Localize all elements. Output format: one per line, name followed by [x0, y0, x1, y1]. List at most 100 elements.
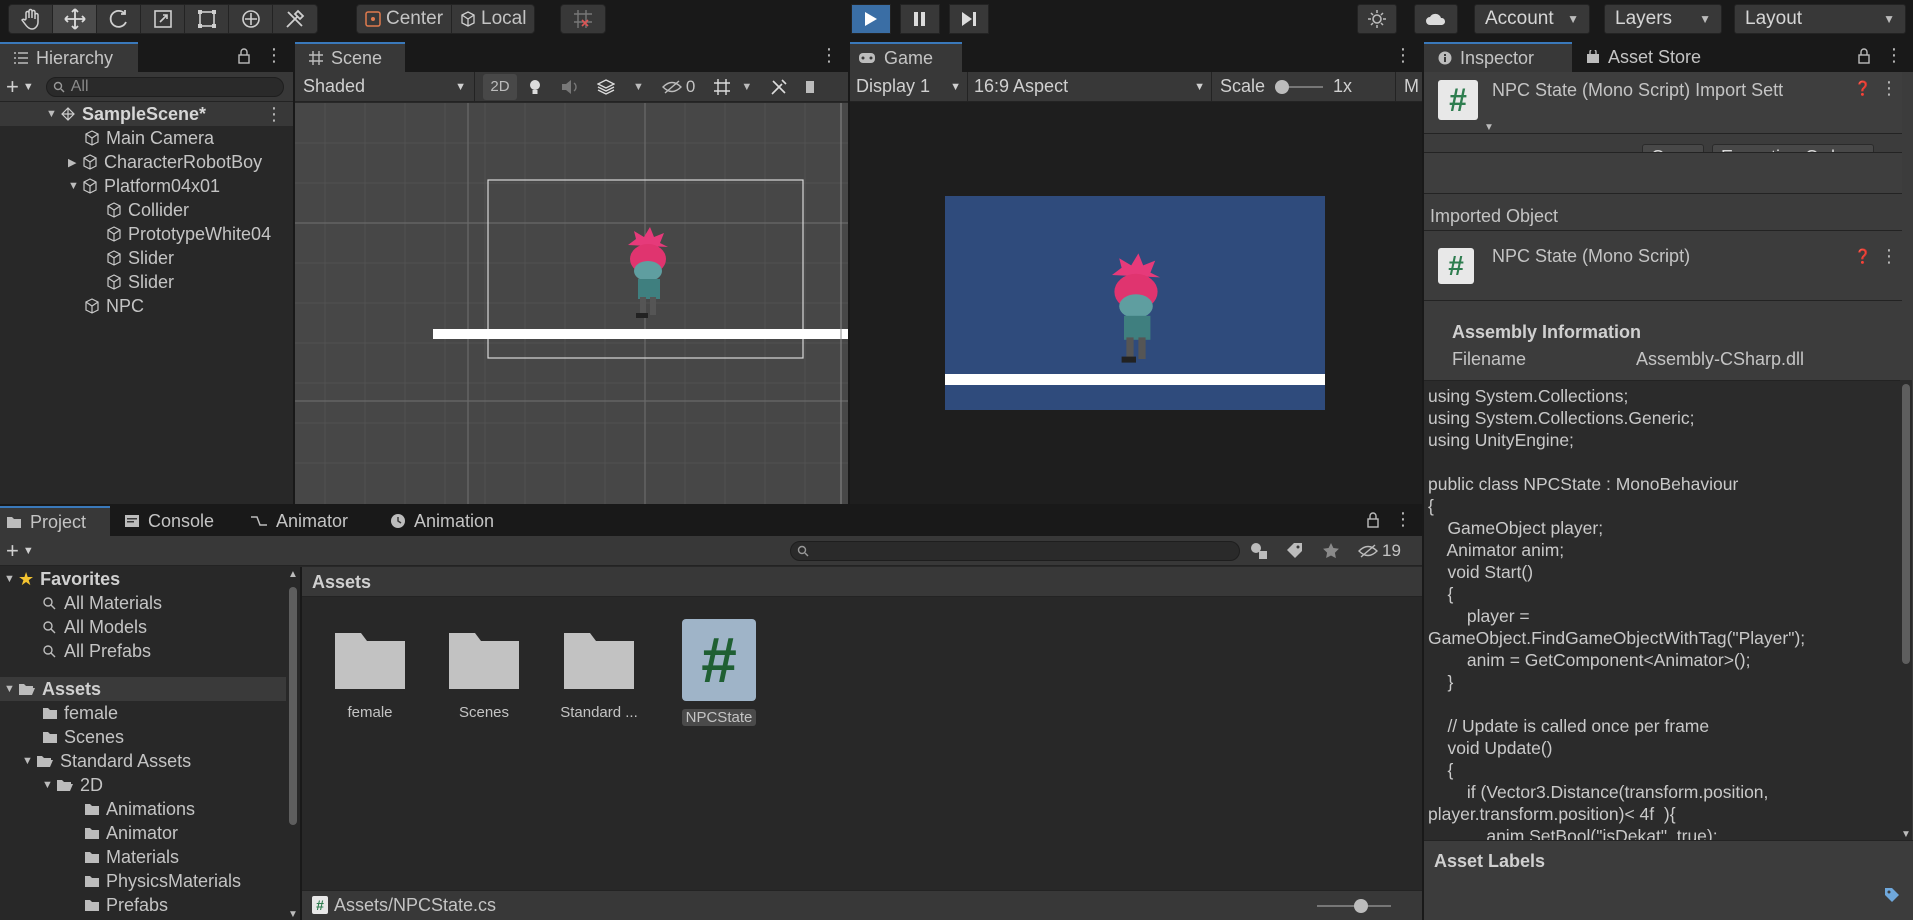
- expand-triangle-icon[interactable]: ▼: [42, 779, 56, 791]
- tab-inspector[interactable]: Inspector: [1424, 42, 1572, 72]
- favorites-row[interactable]: ▼ ★ Favorites: [0, 567, 286, 591]
- custom-tool-icon[interactable]: [273, 5, 317, 33]
- inspector-scrollbar[interactable]: ▼: [1900, 380, 1912, 840]
- tag-icon[interactable]: [1884, 887, 1900, 903]
- search-by-type-icon[interactable]: [1250, 542, 1268, 560]
- lock-icon[interactable]: [1857, 47, 1871, 64]
- audio-icon[interactable]: [561, 79, 579, 95]
- help-icon[interactable]: ❓: [1854, 80, 1871, 97]
- more-menu-icon[interactable]: ⋮: [810, 45, 848, 72]
- label-filter-icon[interactable]: [1286, 542, 1304, 560]
- rotate-tool-icon[interactable]: [97, 5, 141, 33]
- tab-game[interactable]: Game: [850, 42, 962, 72]
- tab-hierarchy[interactable]: Hierarchy: [0, 42, 138, 72]
- hierarchy-search-input[interactable]: All: [45, 76, 284, 97]
- create-dropdown[interactable]: + ▼: [0, 538, 34, 564]
- breadcrumb[interactable]: Assets: [312, 572, 371, 593]
- grid-snap-button[interactable]: [560, 4, 606, 34]
- hidden-packages-toggle[interactable]: 19: [1358, 541, 1401, 561]
- create-dropdown[interactable]: + ▼: [0, 74, 34, 100]
- hierarchy-item[interactable]: Slider: [0, 246, 293, 270]
- favorite-item[interactable]: All Prefabs: [0, 639, 286, 663]
- cloud-button[interactable]: [1414, 4, 1458, 34]
- transform-tool-icon[interactable]: [229, 5, 273, 33]
- effects-layers-icon[interactable]: [597, 78, 615, 95]
- more-menu-icon[interactable]: ⋮: [1384, 45, 1422, 72]
- project-tree-scrollbar[interactable]: ▲ ▼: [286, 567, 300, 920]
- project-folder[interactable]: Materials: [0, 845, 286, 869]
- shading-dropdown[interactable]: Shaded ▼: [295, 71, 475, 102]
- favorite-item[interactable]: All Materials: [0, 591, 286, 615]
- hierarchy-item[interactable]: PrototypeWhite04: [0, 222, 293, 246]
- scene-row[interactable]: ▼ SampleScene* ⋮: [0, 102, 293, 126]
- more-menu-icon[interactable]: ⋮: [1394, 509, 1412, 530]
- project-folder[interactable]: ▼ Standard Assets: [0, 749, 286, 773]
- hierarchy-item[interactable]: ▶ CharacterRobotBoy: [0, 150, 293, 174]
- caret-down-icon[interactable]: ▼: [1484, 122, 1494, 133]
- project-folder[interactable]: Scenes: [0, 725, 286, 749]
- scale-slider-thumb[interactable]: [1275, 79, 1290, 94]
- tab-animation[interactable]: Animation: [376, 506, 526, 536]
- assets-row[interactable]: ▼ Assets: [0, 677, 286, 701]
- tab-scene[interactable]: Scene: [295, 42, 405, 72]
- more-menu-icon[interactable]: ⋮: [1885, 45, 1903, 66]
- tab-console[interactable]: Console: [110, 506, 236, 536]
- project-folder[interactable]: female: [0, 701, 286, 725]
- collapsed-triangle-icon[interactable]: ▶: [68, 156, 82, 169]
- more-menu-icon[interactable]: ⋮: [265, 104, 283, 125]
- asset-item[interactable]: female: [330, 627, 410, 721]
- help-icon[interactable]: ❓: [1854, 248, 1871, 265]
- move-tool-icon[interactable]: [53, 5, 97, 33]
- project-search-input[interactable]: [790, 540, 1240, 561]
- expand-triangle-icon[interactable]: ▼: [22, 755, 36, 767]
- tools-icon[interactable]: [770, 78, 788, 96]
- account-dropdown[interactable]: Account ▼: [1474, 4, 1590, 34]
- step-button[interactable]: [949, 4, 989, 34]
- caret-down-icon[interactable]: ▼: [633, 81, 644, 93]
- scrollbar-thumb[interactable]: [1902, 384, 1910, 664]
- project-folder[interactable]: Animator: [0, 821, 286, 845]
- project-folder[interactable]: Animations: [0, 797, 286, 821]
- hierarchy-item[interactable]: ▼ Platform04x01: [0, 174, 293, 198]
- game-render-view[interactable]: [945, 196, 1325, 410]
- lock-icon[interactable]: [237, 47, 251, 64]
- scale-slider[interactable]: [1275, 79, 1324, 94]
- asset-item[interactable]: Scenes: [444, 627, 524, 721]
- aspect-dropdown[interactable]: 16:9 Aspect ▼: [968, 72, 1212, 101]
- tab-project[interactable]: Project: [0, 506, 110, 536]
- tab-asset-store[interactable]: Asset Store: [1572, 42, 1724, 72]
- play-button[interactable]: [851, 4, 891, 34]
- asset-item-selected[interactable]: # NPCState: [678, 619, 760, 727]
- icon-size-slider-thumb[interactable]: [1354, 899, 1368, 913]
- more-menu-icon[interactable]: ⋮: [1880, 246, 1898, 267]
- hierarchy-item[interactable]: Collider: [0, 198, 293, 222]
- layout-dropdown[interactable]: Layout ▼: [1734, 4, 1906, 34]
- caret-down-icon[interactable]: ▼: [741, 81, 752, 93]
- more-menu-icon[interactable]: ⋮: [1880, 78, 1898, 99]
- project-folder[interactable]: PhysicsMaterials: [0, 869, 286, 893]
- pause-button[interactable]: [900, 4, 940, 34]
- maximize-toggle[interactable]: M: [1396, 76, 1419, 97]
- pivot-center-button[interactable]: Center: [357, 5, 453, 33]
- pivot-space-button[interactable]: Local: [452, 5, 534, 33]
- hierarchy-item[interactable]: Slider: [0, 270, 293, 294]
- favorite-item[interactable]: All Models: [0, 615, 286, 639]
- more-menu-icon[interactable]: ⋮: [265, 45, 283, 66]
- project-folder[interactable]: Prefabs: [0, 893, 286, 917]
- lighting-button[interactable]: [1357, 4, 1397, 34]
- expand-triangle-icon[interactable]: ▼: [68, 180, 82, 192]
- lightbulb-icon[interactable]: [527, 78, 543, 96]
- tab-animator[interactable]: Animator: [236, 506, 376, 536]
- scroll-down-arrow-icon[interactable]: ▼: [1901, 829, 1911, 840]
- layers-dropdown[interactable]: Layers ▼: [1604, 4, 1722, 34]
- grid-toggle-icon[interactable]: [713, 78, 731, 96]
- mode-2d-toggle[interactable]: 2D: [483, 73, 517, 100]
- rect-tool-icon[interactable]: [185, 5, 229, 33]
- scene-viewport[interactable]: [295, 103, 848, 504]
- hidden-objects-toggle[interactable]: 0: [661, 77, 695, 97]
- scrollbar-thumb[interactable]: [289, 587, 297, 825]
- display-dropdown[interactable]: Display 1 ▼: [850, 72, 968, 101]
- scale-tool-icon[interactable]: [141, 5, 185, 33]
- lock-icon[interactable]: [1366, 511, 1380, 528]
- scroll-down-arrow-icon[interactable]: ▼: [288, 909, 298, 920]
